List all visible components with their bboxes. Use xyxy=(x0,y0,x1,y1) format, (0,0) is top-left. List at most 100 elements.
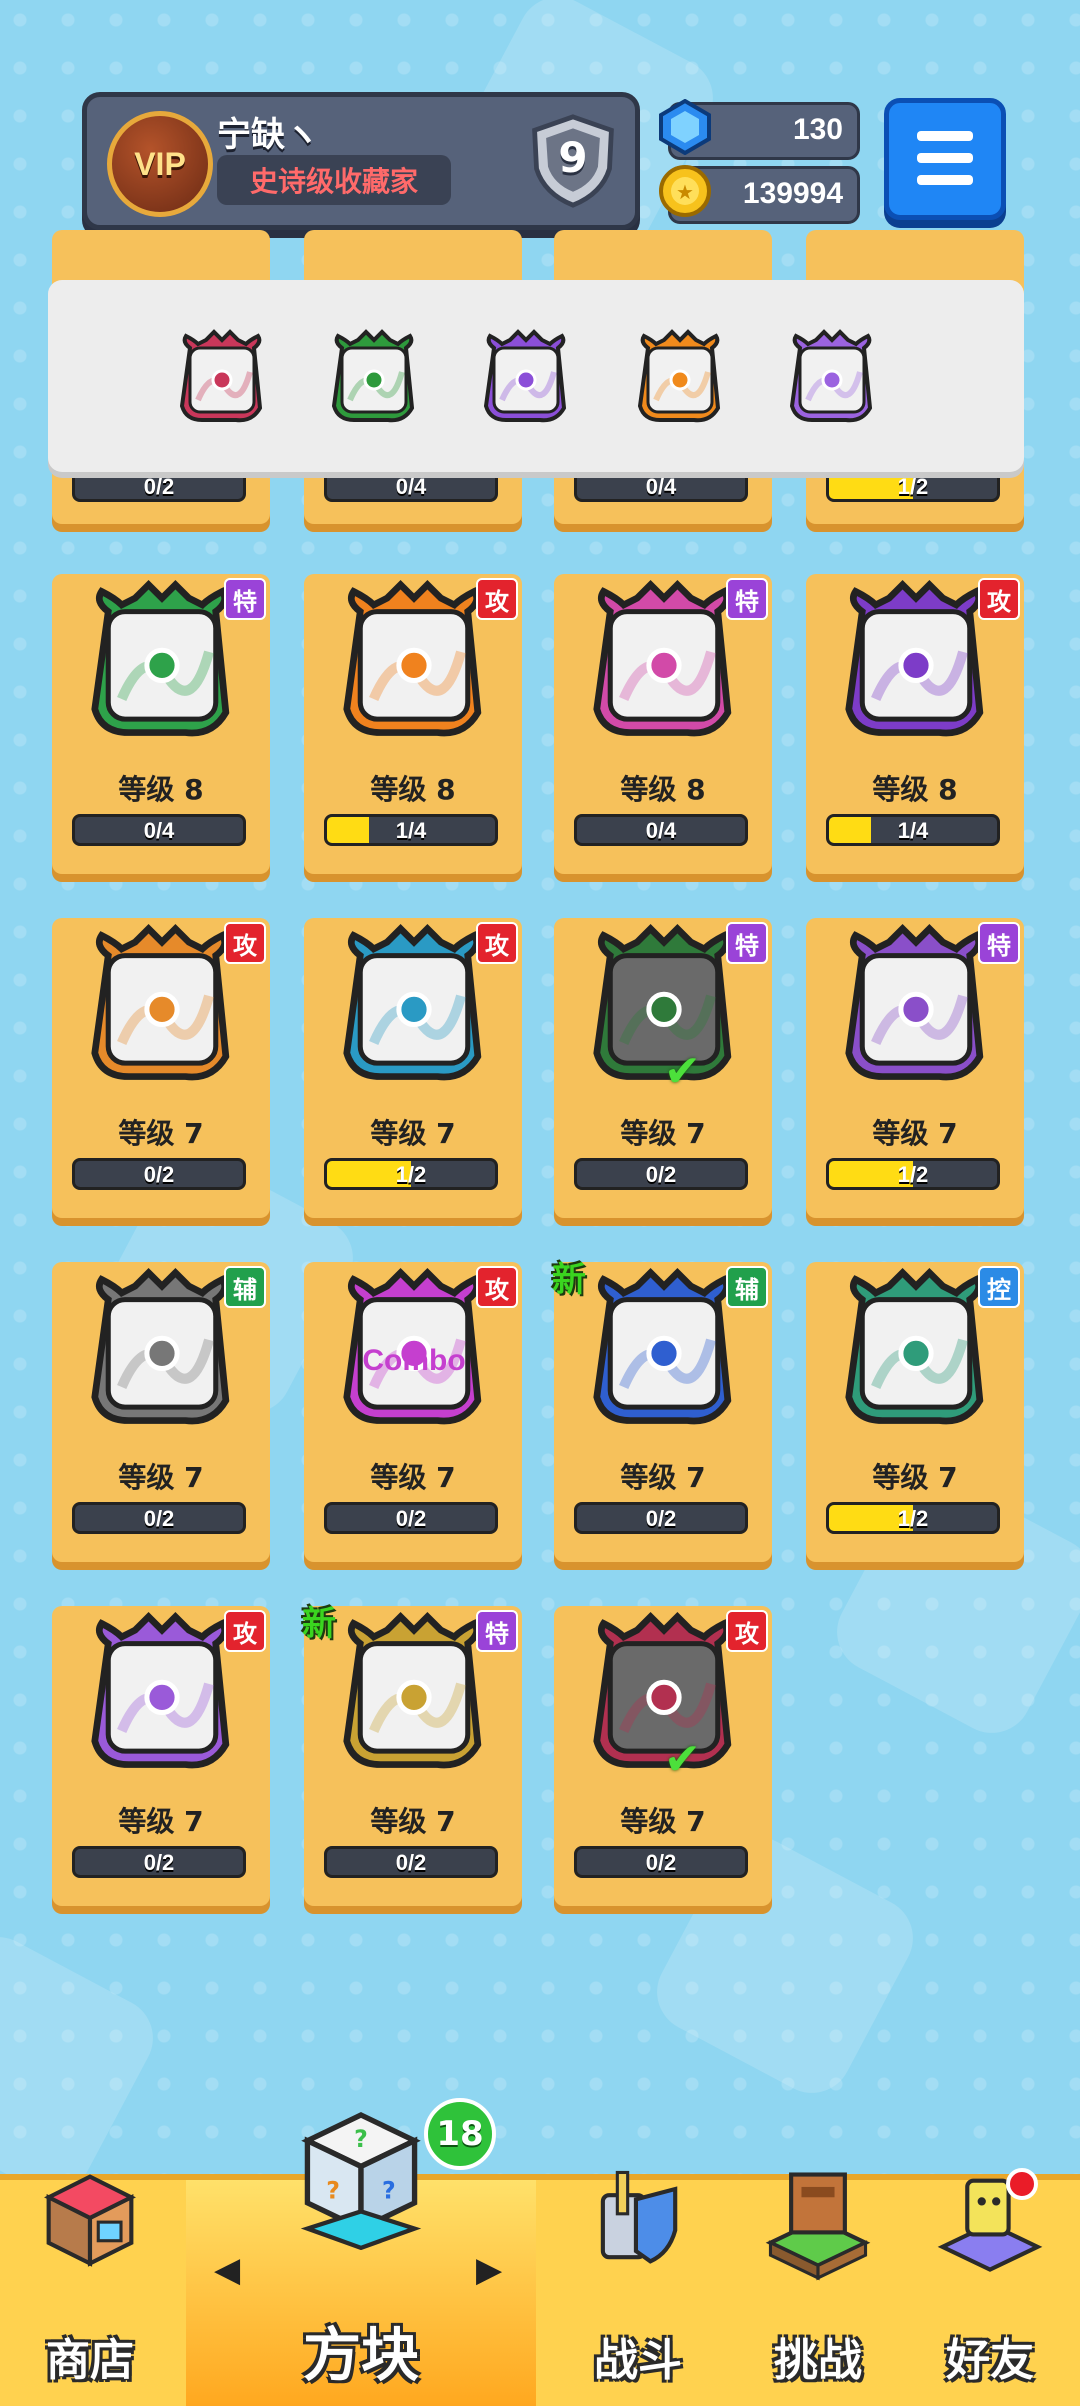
dice-type-tag: 特 xyxy=(224,578,266,620)
nav-friends-label: 好友 xyxy=(946,2335,1034,2386)
wave-dice-icon xyxy=(832,1262,1000,1438)
progress-bar: 1/2 xyxy=(826,470,1000,502)
dice-type-tag: 攻 xyxy=(224,1610,266,1652)
dice-card[interactable]: 特 新等级 7 0/2 xyxy=(302,1604,522,1906)
progress-bar: 0/2 xyxy=(574,1846,748,1878)
dice-level: 等级 7 xyxy=(370,1117,456,1150)
progress-text: 0/4 xyxy=(645,818,677,843)
progress-bar: 0/2 xyxy=(72,470,246,502)
dice-card[interactable]: 特等级 8 0/4 xyxy=(554,574,772,874)
progress-bar: 0/4 xyxy=(72,814,246,846)
progress-text: 1/4 xyxy=(897,818,929,843)
dice-type-tag: 攻 xyxy=(726,1610,768,1652)
dice-card[interactable]: 攻等级 7 1/2 xyxy=(304,918,522,1218)
nav-dice-label: 方块 xyxy=(302,2321,419,2389)
progress-text: 0/2 xyxy=(395,1850,427,1875)
bottom-navigation: 商店 ? ? ? 方块 战斗 挑战 好友 xyxy=(0,2112,1080,2406)
progress-text: 1/2 xyxy=(897,474,929,499)
nav-challenge-label: 挑战 xyxy=(774,2335,862,2386)
progress-bar: 1/2 xyxy=(826,1158,1000,1190)
dice-count-badge: 18 xyxy=(424,2098,496,2170)
nav-friends[interactable]: 好友 xyxy=(900,2178,1080,2406)
progress-text: 0/2 xyxy=(143,474,175,499)
nav-next-arrow[interactable]: ▶ xyxy=(476,2250,502,2290)
dice-card[interactable]: 攻等级 8 1/4 xyxy=(304,574,522,874)
dice-card[interactable]: 攻等级 8 1/4 xyxy=(806,574,1024,874)
dice-card[interactable]: 攻等级 7 0/2 xyxy=(52,918,270,1218)
wind-dice-icon xyxy=(330,918,498,1094)
dice-card[interactable]: 特等级 8 0/4 xyxy=(52,574,270,874)
dice-level: 等级 7 xyxy=(620,1805,706,1838)
dice-card[interactable]: 辅等级 7 0/2 xyxy=(52,1262,270,1562)
crack-dice-icon[interactable] xyxy=(782,328,882,428)
nav-prev-arrow[interactable]: ◀ xyxy=(214,2250,240,2290)
dice-type-tag: 攻 xyxy=(224,922,266,964)
progress-bar: 1/4 xyxy=(826,814,1000,846)
dice-card[interactable]: 攻等级 7 0/2 xyxy=(52,1606,270,1906)
checkmark-icon: ✔ xyxy=(664,1046,701,1097)
dice-level: 等级 8 xyxy=(118,773,204,806)
star-dice-icon xyxy=(78,1606,246,1782)
progress-bar: 0/2 xyxy=(324,1502,498,1534)
progress-text: 0/2 xyxy=(395,1506,427,1531)
nav-battle[interactable]: 战斗 xyxy=(548,2170,728,2406)
dice-level: 等级 7 xyxy=(370,1805,456,1838)
dice-level: 等级 7 xyxy=(118,1117,204,1150)
progress-bar: 0/2 xyxy=(574,1158,748,1190)
progress-text: 1/2 xyxy=(395,1162,427,1187)
dice-type-tag: 控 xyxy=(978,1266,1020,1308)
poison-syringe-dice-icon xyxy=(580,574,748,750)
friends-notification-dot xyxy=(1006,2168,1038,2200)
fire-dice-icon xyxy=(330,574,498,750)
star-circle-dice-icon xyxy=(78,574,246,750)
dice-level: 等级 7 xyxy=(370,1461,456,1494)
progress-text: 0/2 xyxy=(645,1850,677,1875)
mist-dice-icon xyxy=(832,918,1000,1094)
dice-card[interactable]: 攻 ✔ 等级 7 0/2 xyxy=(554,1606,772,1906)
progress-bar: 0/4 xyxy=(324,470,498,502)
infinity-dice-icon[interactable] xyxy=(630,328,730,428)
saw-blade-dice-icon[interactable] xyxy=(172,328,272,428)
combo-text: Combo xyxy=(362,1344,466,1377)
dice-type-tag: 特 xyxy=(726,922,768,964)
nav-dice[interactable]: ? ? ? 方块 xyxy=(186,2112,536,2406)
dice-type-tag: 特 xyxy=(726,578,768,620)
dice-type-tag: 攻 xyxy=(476,578,518,620)
dice-level: 等级 8 xyxy=(872,773,958,806)
dice-type-tag: 辅 xyxy=(224,1266,266,1308)
progress-bar: 0/2 xyxy=(72,1502,246,1534)
moon-dice-icon xyxy=(580,1262,748,1438)
checkmark-icon: ✔ xyxy=(664,1734,701,1785)
dice-level: 等级 7 xyxy=(118,1461,204,1494)
dice-card[interactable]: 特 ✔ 等级 7 0/2 xyxy=(554,918,772,1218)
svg-text:?: ? xyxy=(382,2177,396,2205)
dice-card[interactable]: 攻 Combo 等级 7 0/2 xyxy=(304,1262,522,1562)
dice-type-tag: 特 xyxy=(476,1610,518,1652)
dice-type-tag: 特 xyxy=(978,922,1020,964)
dice-card[interactable]: 控等级 7 1/2 xyxy=(806,1262,1024,1562)
nav-challenge[interactable]: 挑战 xyxy=(728,2172,908,2406)
new-label: 新 xyxy=(302,1604,336,1644)
nav-battle-label: 战斗 xyxy=(594,2335,682,2386)
progress-bar: 0/4 xyxy=(574,814,748,846)
progress-text: 0/4 xyxy=(143,818,175,843)
dice-level: 等级 8 xyxy=(370,773,456,806)
challenge-board-icon xyxy=(765,2172,871,2281)
vine-dice-icon[interactable] xyxy=(324,328,424,428)
progress-text: 0/4 xyxy=(645,474,677,499)
dice-card[interactable]: 特等级 7 1/2 xyxy=(806,918,1024,1218)
progress-bar: 0/2 xyxy=(324,1846,498,1878)
nav-shop[interactable]: 商店 xyxy=(0,2174,180,2406)
dice-type-tag: 辅 xyxy=(726,1266,768,1308)
dice-card[interactable]: 辅 新等级 7 0/2 xyxy=(552,1260,772,1562)
dice-box-icon: ? ? ? xyxy=(300,2112,422,2250)
progress-bar: 1/2 xyxy=(826,1502,1000,1534)
dice-type-tag: 攻 xyxy=(476,922,518,964)
sun-crest-dice-icon xyxy=(330,1606,498,1782)
shop-stall-icon xyxy=(44,2174,136,2267)
progress-text: 0/2 xyxy=(645,1506,677,1531)
atom-dice-icon xyxy=(832,574,1000,750)
progress-bar: 0/2 xyxy=(72,1846,246,1878)
progress-text: 0/4 xyxy=(395,474,427,499)
spiral-dice-icon[interactable] xyxy=(476,328,576,428)
